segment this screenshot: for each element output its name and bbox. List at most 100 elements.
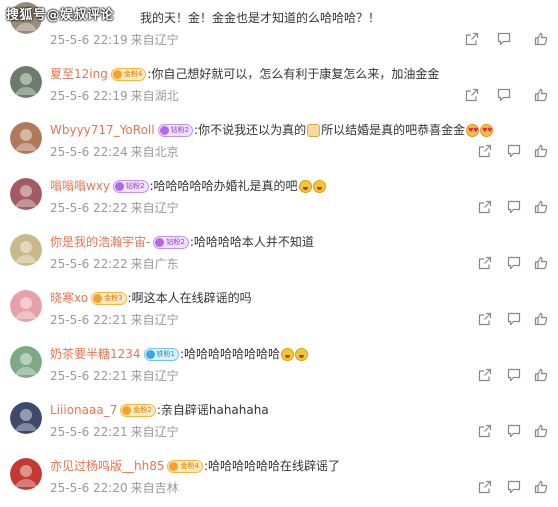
fan-badge[interactable]: 金粉4 (110, 67, 147, 81)
avatar[interactable] (10, 346, 42, 378)
share-button[interactable] (478, 144, 492, 158)
comment-button[interactable] (507, 312, 521, 326)
avatar[interactable] (10, 66, 42, 98)
comment-meta: 25-5-6 22:21 来自辽宁 (50, 425, 179, 439)
like-button[interactable] (534, 368, 548, 382)
comment-meta: 25-5-6 22:19 来自湖北 (50, 89, 179, 103)
comment-meta: 25-5-6 22:24 来自北京 (50, 145, 179, 159)
username-link[interactable]: 嗡嗡嗡wxy (50, 178, 110, 194)
comment-button[interactable] (507, 480, 521, 494)
like-button[interactable] (534, 256, 548, 270)
share-button[interactable] (478, 480, 492, 494)
comment-line: Wbyyy717_YoRoll 钻粉2:你不说我还以为真的 所以结婚是真的吧恭喜金金 (50, 122, 494, 139)
love-emoji-icon (466, 123, 480, 139)
comment-timestamp: 25-5-6 22:24 (50, 145, 128, 159)
fan-badge[interactable]: 钻粉2 (157, 123, 194, 137)
share-icon (478, 200, 492, 214)
comment-icon (497, 88, 511, 102)
share-button[interactable] (478, 312, 492, 326)
comment-timestamp: 25-5-6 22:21 (50, 369, 128, 383)
share-button[interactable] (478, 368, 492, 382)
username-link[interactable]: 亦见过杨鸣版__hh85 (50, 458, 164, 474)
comment-text: :啊这本人在线辟谣的吗 (127, 291, 252, 305)
comment-button[interactable] (497, 88, 511, 102)
username-link[interactable]: 奶茶要半糖1234 (50, 346, 141, 362)
comment-meta: 25-5-6 22:19 来自辽宁 (50, 33, 179, 47)
cake-emoji-icon (307, 123, 321, 137)
comment-icon (497, 32, 511, 46)
avatar[interactable] (10, 458, 42, 490)
fan-badge[interactable]: 金粉4 (167, 459, 203, 473)
share-button[interactable] (478, 200, 492, 214)
love-emoji-icon (480, 123, 494, 139)
fan-badge[interactable]: 钻粉2 (113, 179, 149, 193)
comment-location: 来自吉林 (130, 481, 179, 495)
laugh-emoji-icon (298, 179, 312, 193)
fan-badge-icon (145, 349, 155, 359)
comment-button[interactable] (507, 256, 521, 270)
username-link[interactable]: 夏至12ing (50, 66, 108, 82)
fan-badge-icon (169, 461, 179, 471)
avatar[interactable] (10, 290, 42, 322)
comment-line: Liiionaaa_7 金粉2:亲自辟谣hahahaha (50, 402, 269, 418)
like-button[interactable] (534, 144, 548, 158)
like-icon (534, 200, 548, 214)
fan-badge-label: 金粉4 (123, 69, 143, 78)
fan-badge-icon (159, 125, 169, 135)
like-button[interactable] (534, 312, 548, 326)
comment-timestamp: 25-5-6 22:21 (50, 425, 128, 439)
comment-location: 来自辽宁 (130, 425, 179, 439)
comment-meta: 25-5-6 22:22 来自广东 (50, 257, 179, 271)
like-button[interactable] (534, 480, 548, 494)
fan-badge[interactable]: 钻粉2 (153, 235, 189, 249)
avatar[interactable] (10, 122, 42, 154)
laugh-emoji-icon (312, 179, 326, 193)
comment-line: 晓寒xo 金粉3 :啊这本人在线辟谣的吗 (50, 290, 252, 306)
like-button[interactable] (534, 32, 548, 46)
fan-badge-icon (93, 293, 103, 303)
username-link[interactable]: Liiionaaa_7 (50, 402, 117, 418)
fan-badge[interactable]: 金粉2 (120, 403, 156, 417)
comment-button[interactable] (507, 424, 521, 438)
comment-icon (507, 200, 521, 214)
fan-badge[interactable]: 金粉3 (91, 291, 127, 305)
share-button[interactable] (465, 88, 479, 102)
comment-item: 嗡嗡嗡wxy 钻粉2:哈哈哈哈哈办婚礼是真的吧 25-5-6 22:22 来自辽宁 (0, 168, 558, 224)
like-button[interactable] (534, 88, 548, 102)
laugh-emoji-icon (295, 347, 309, 361)
avatar[interactable] (10, 402, 42, 434)
fan-badge[interactable]: 铁粉1 (143, 347, 180, 361)
comment-button[interactable] (507, 368, 521, 382)
comment-text-cont: 所以结婚是真的吧恭喜金金 (321, 123, 466, 137)
share-icon (478, 480, 492, 494)
comment-timestamp: 25-5-6 22:19 (50, 89, 128, 103)
comment-button[interactable] (497, 32, 511, 46)
comment-item: Liiionaaa_7 金粉2:亲自辟谣hahahaha 25-5-6 22:21 来… (0, 392, 558, 448)
comment-timestamp: 25-5-6 22:20 (50, 481, 128, 495)
comment-text: :哈哈哈哈哈哈哈哈 (180, 347, 281, 361)
comment-icon (507, 312, 521, 326)
share-icon (465, 88, 479, 102)
share-icon (478, 424, 492, 438)
comment-item: 亦见过杨鸣版__hh85 金粉4:哈哈哈哈哈哈在线辟谣了 25-5-6 22:20 来… (0, 448, 558, 504)
share-button[interactable] (478, 424, 492, 438)
username-link[interactable]: Wbyyy717_YoRoll (50, 122, 155, 138)
share-button[interactable] (478, 256, 492, 270)
fan-badge-label: 金粉3 (104, 293, 123, 302)
comment-location: 来自广东 (130, 257, 179, 271)
comment-text: :哈哈哈哈本人并不知道 (189, 235, 314, 249)
comment-button[interactable] (507, 200, 521, 214)
comment-button[interactable] (507, 144, 521, 158)
comment-location: 来自北京 (130, 145, 179, 159)
avatar[interactable] (10, 234, 42, 266)
username-link[interactable]: 你是我的浩瀚宇宙- (50, 234, 150, 250)
like-button[interactable] (534, 200, 548, 214)
fan-badge-label: 钻粉2 (170, 125, 190, 134)
username-link[interactable]: 晓寒xo (50, 290, 88, 306)
comment-meta: 25-5-6 22:20 来自吉林 (50, 481, 179, 495)
comment-timestamp: 25-5-6 22:22 (50, 201, 128, 215)
share-button[interactable] (465, 32, 479, 46)
like-button[interactable] (534, 424, 548, 438)
like-icon (534, 88, 548, 102)
avatar[interactable] (10, 178, 42, 210)
